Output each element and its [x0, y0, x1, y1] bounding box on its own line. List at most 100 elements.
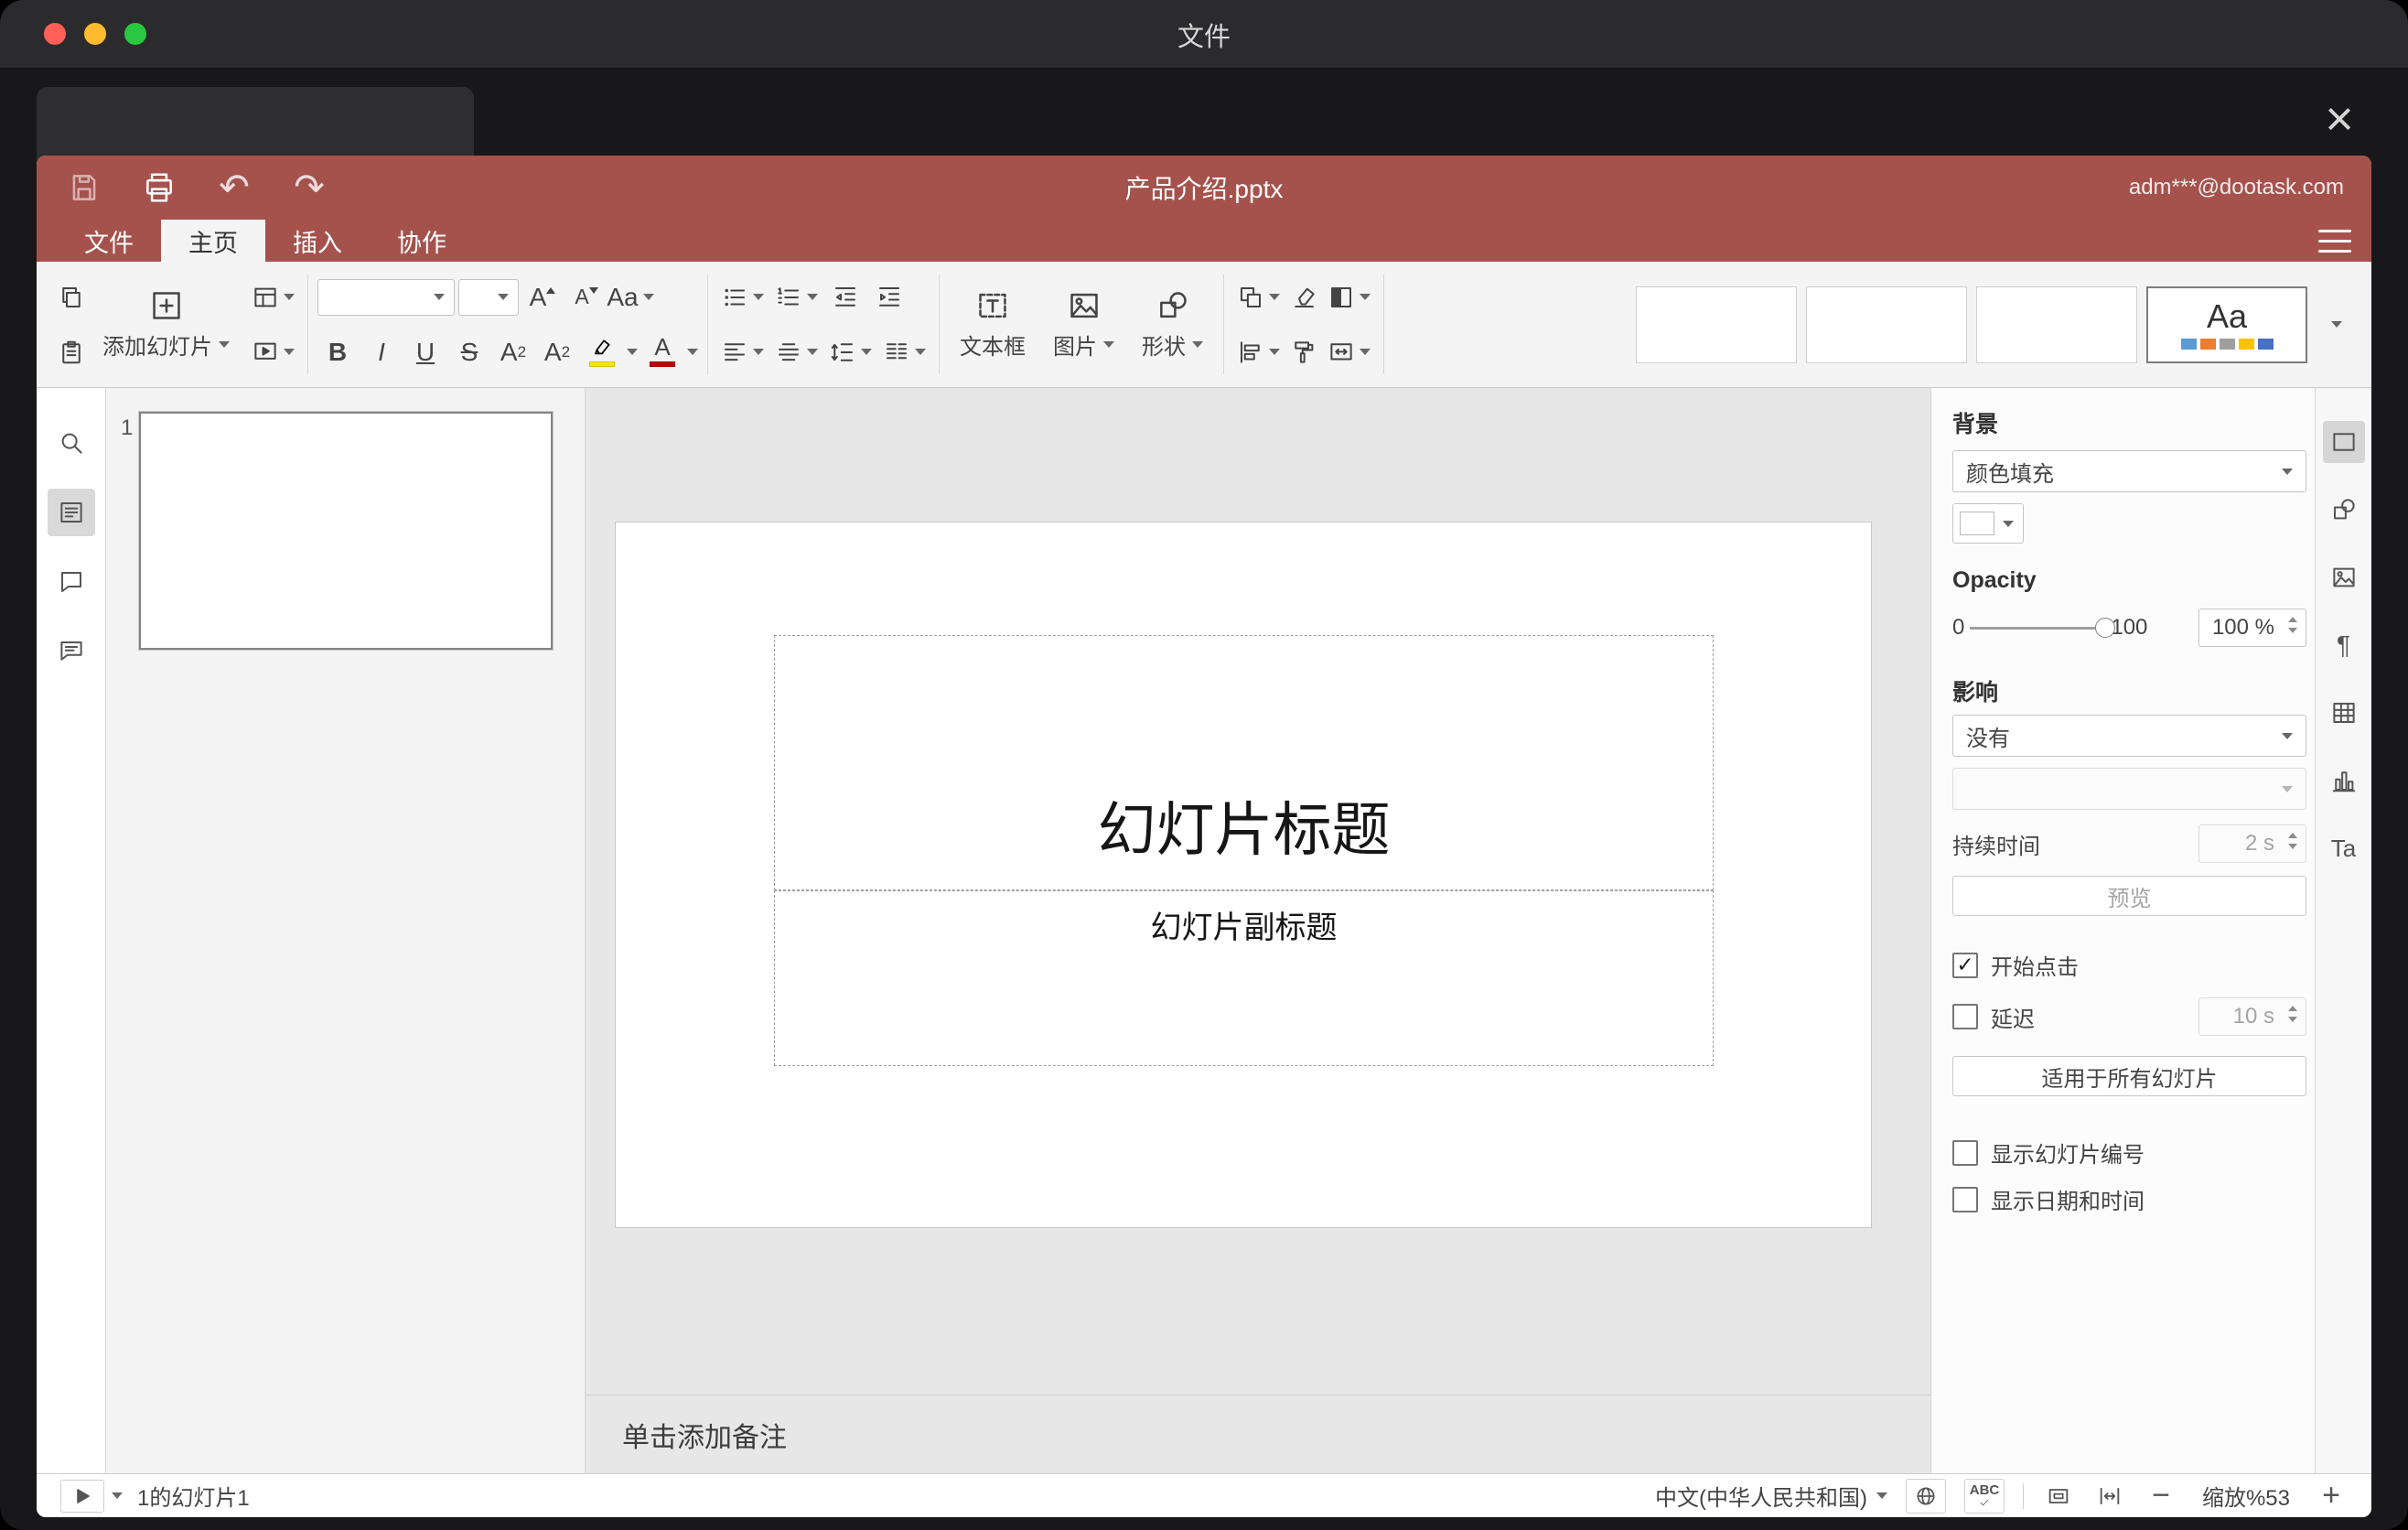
shape-settings-icon[interactable]: [2323, 489, 2365, 531]
line-spacing-icon[interactable]: [825, 332, 876, 372]
language-selector[interactable]: 中文(中华人民共和国): [1655, 1480, 1887, 1512]
presentation-editor: ↶ ↷ 产品介绍.pptx adm***@dootask.com 文件 主页 插…: [37, 156, 2371, 1517]
arrange-shapes-icon[interactable]: [1233, 277, 1284, 318]
increase-indent-icon[interactable]: [869, 277, 909, 318]
theme-slot[interactable]: [1636, 286, 1797, 363]
fit-to-slide-icon[interactable]: [2042, 1480, 2075, 1513]
opacity-input[interactable]: 100 %: [2198, 609, 2306, 647]
change-case-icon[interactable]: Aa: [607, 277, 654, 318]
fit-to-width-icon[interactable]: [2093, 1480, 2126, 1513]
start-slideshow-icon[interactable]: [248, 332, 298, 372]
opacity-slider-knob[interactable]: [2095, 617, 2116, 638]
font-size-combo[interactable]: [458, 278, 519, 316]
bold-icon[interactable]: B: [317, 332, 358, 372]
show-date-time-checkbox[interactable]: [1952, 1186, 1978, 1212]
delay-checkbox[interactable]: [1952, 1004, 1978, 1029]
numbering-icon[interactable]: [771, 277, 822, 318]
color-scheme-icon[interactable]: [1324, 277, 1374, 318]
font-color-chevron[interactable]: [687, 349, 698, 355]
background-fill-select[interactable]: 颜色填充: [1952, 450, 2306, 492]
italic-icon[interactable]: I: [361, 332, 402, 372]
underline-icon[interactable]: U: [405, 332, 446, 372]
increase-font-icon[interactable]: A: [522, 277, 563, 318]
start-on-click-checkbox[interactable]: ✓: [1952, 952, 1978, 978]
show-slide-number-label: 显示幻灯片编号: [1991, 1143, 2145, 1168]
close-icon[interactable]: ×: [2307, 87, 2371, 151]
decrease-font-icon[interactable]: A: [566, 277, 607, 318]
vertical-align-icon[interactable]: [771, 332, 822, 372]
tab-file[interactable]: 文件: [57, 220, 161, 262]
copy-icon[interactable]: [51, 277, 91, 318]
align-shapes-icon[interactable]: [1233, 332, 1284, 372]
image-button[interactable]: 图片: [1042, 274, 1125, 376]
slideshow-options-chevron[interactable]: [112, 1492, 123, 1499]
paste-icon[interactable]: [51, 332, 91, 372]
comments-icon[interactable]: [48, 558, 95, 606]
font-name-combo[interactable]: [317, 278, 455, 316]
theme-gallery: Aa: [1636, 286, 2357, 363]
start-slideshow-status-icon[interactable]: [60, 1479, 104, 1513]
theme-slot[interactable]: [1976, 286, 2137, 363]
zoom-out-icon[interactable]: −: [2145, 1478, 2177, 1513]
theme-gallery-more-icon[interactable]: [2317, 286, 2357, 363]
slide-size-icon[interactable]: [1324, 332, 1374, 372]
table-settings-icon[interactable]: [2323, 692, 2365, 734]
font-color-icon[interactable]: A: [641, 332, 683, 372]
horizontal-align-icon[interactable]: [717, 332, 768, 372]
opacity-slider[interactable]: [1970, 617, 2116, 638]
slide-subtitle-placeholder[interactable]: 幻灯片副标题: [774, 890, 1714, 1066]
document-title: 产品介绍.pptx: [1124, 175, 1284, 203]
highlight-color-chevron[interactable]: [627, 349, 638, 355]
zoom-in-icon[interactable]: +: [2315, 1478, 2348, 1513]
search-icon[interactable]: [48, 419, 95, 467]
shape-button[interactable]: 形状: [1131, 274, 1214, 376]
titlebar: 文件: [0, 0, 2408, 69]
clear-style-icon[interactable]: [1284, 277, 1324, 318]
text-box-label: 文本框: [960, 335, 1026, 360]
slide-thumbnail[interactable]: [138, 411, 554, 651]
strikethrough-icon[interactable]: S: [449, 332, 489, 372]
print-icon[interactable]: [139, 167, 179, 208]
theme-slot[interactable]: [1806, 286, 1967, 363]
chart-settings-icon[interactable]: [2323, 760, 2365, 802]
preview-button[interactable]: 预览: [1952, 876, 2306, 916]
decrease-indent-icon[interactable]: [825, 277, 865, 318]
spellcheck-icon[interactable]: ABC: [1964, 1478, 2005, 1514]
paragraph-settings-icon[interactable]: ¶: [2323, 624, 2365, 666]
tab-home[interactable]: 主页: [161, 220, 265, 262]
image-settings-icon[interactable]: [2323, 556, 2365, 598]
effect-type-select[interactable]: [1952, 768, 2306, 810]
add-slide-button[interactable]: 添加幻灯片: [91, 274, 241, 376]
highlight-color-icon[interactable]: [581, 332, 623, 372]
slide[interactable]: 幻灯片标题 幻灯片副标题: [615, 522, 1872, 1228]
slide-title-placeholder[interactable]: 幻灯片标题: [774, 635, 1714, 890]
textart-settings-icon[interactable]: Ta: [2323, 827, 2365, 869]
menu-icon[interactable]: [2318, 229, 2351, 253]
theme-slot-selected[interactable]: Aa: [2146, 286, 2307, 363]
document-language-icon[interactable]: [1906, 1478, 1946, 1514]
apply-to-all-slides-button[interactable]: 适用于所有幻灯片: [1952, 1056, 2306, 1096]
save-icon[interactable]: [64, 167, 104, 208]
tab-insert[interactable]: 插入: [265, 220, 370, 262]
undo-icon[interactable]: ↶: [214, 167, 254, 208]
show-slide-number-checkbox[interactable]: [1952, 1139, 1978, 1166]
bullets-icon[interactable]: [717, 277, 768, 318]
text-box-button[interactable]: 文本框: [949, 274, 1037, 376]
slides-panel-icon[interactable]: [47, 489, 95, 536]
duration-input[interactable]: 2 s: [2198, 824, 2306, 863]
background-color-picker[interactable]: [1952, 503, 2024, 544]
effect-select[interactable]: 没有: [1952, 715, 2306, 757]
delay-input[interactable]: 10 s: [2198, 997, 2306, 1036]
superscript-icon[interactable]: A2: [493, 332, 533, 372]
copy-style-icon[interactable]: [1284, 332, 1324, 372]
tab-collaborate[interactable]: 协作: [370, 220, 474, 262]
color-swatch: [1960, 512, 1994, 535]
chat-icon[interactable]: [48, 628, 95, 675]
notes-area[interactable]: 单击添加备注: [586, 1395, 1930, 1473]
columns-icon[interactable]: [879, 332, 930, 372]
redo-icon[interactable]: ↷: [289, 167, 329, 208]
zoom-level[interactable]: 缩放%53: [2196, 1480, 2296, 1512]
slide-settings-icon[interactable]: [2322, 421, 2365, 463]
subscript-icon[interactable]: A2: [537, 332, 577, 372]
slide-layout-icon[interactable]: [248, 277, 298, 318]
